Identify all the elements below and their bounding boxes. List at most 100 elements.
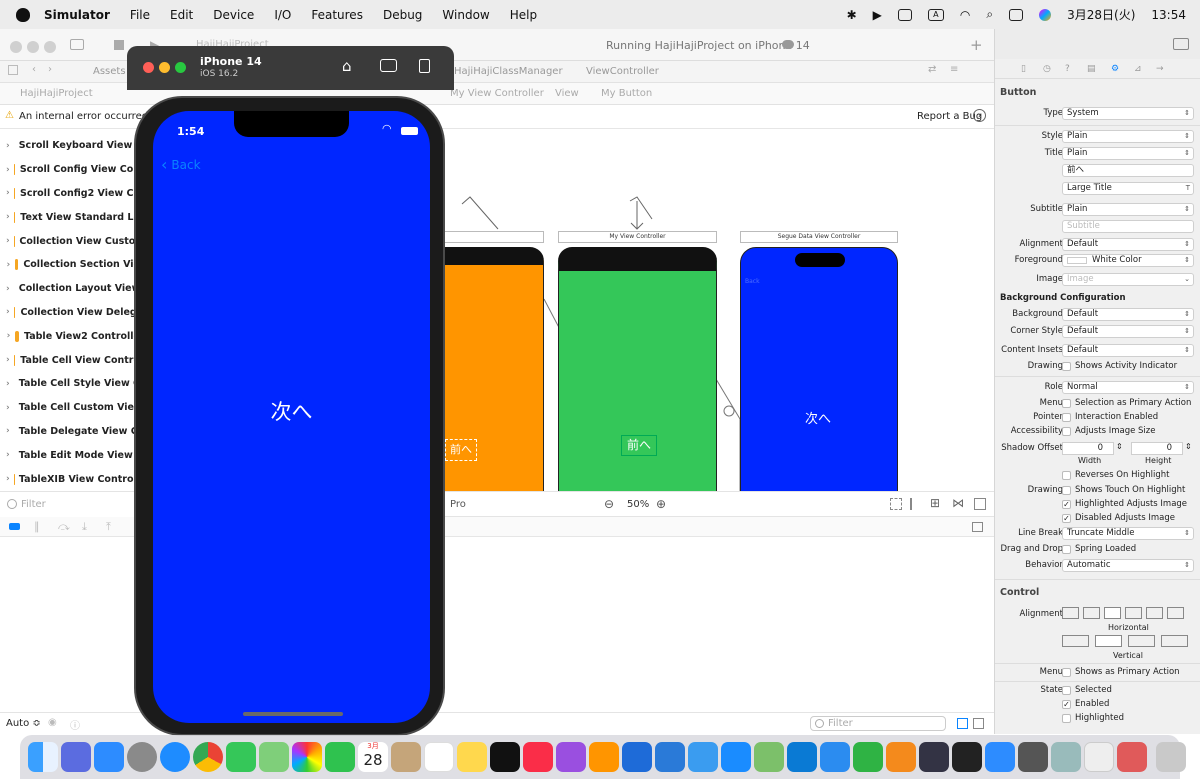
back-nav-icon[interactable]: ‹ bbox=[32, 64, 36, 75]
green-prev-button[interactable]: 前へ bbox=[621, 435, 657, 456]
stop-button[interactable] bbox=[114, 40, 124, 50]
embed-icon[interactable] bbox=[890, 498, 902, 510]
trash-icon[interactable] bbox=[1156, 742, 1186, 772]
contacts-icon[interactable] bbox=[391, 742, 421, 772]
title-font-field[interactable]: Large Title T bbox=[1062, 182, 1194, 195]
title-text-field[interactable]: 前へ bbox=[1062, 164, 1194, 177]
variables-view-toggle-icon[interactable] bbox=[957, 718, 968, 729]
outline-item[interactable]: › Table View2 Controlle bbox=[0, 324, 140, 348]
shows-touch-checkbox[interactable] bbox=[1062, 486, 1071, 495]
scene-header-segue-data[interactable]: Segue Data View Controller bbox=[740, 231, 898, 243]
help-inspector-icon[interactable]: ? bbox=[1065, 64, 1070, 74]
font-picker-icon[interactable]: T bbox=[1186, 183, 1190, 194]
outline-filter-input[interactable]: Filter bbox=[21, 499, 46, 510]
highlighted-checkbox[interactable] bbox=[1062, 714, 1071, 723]
pointer-checkbox[interactable] bbox=[1062, 413, 1071, 422]
outline-item[interactable]: › Collection Section Vie bbox=[0, 253, 140, 277]
align-trailing-icon[interactable] bbox=[1167, 607, 1184, 619]
facetime-icon[interactable] bbox=[325, 742, 355, 772]
bluetooth-icon[interactable]: ✱ bbox=[847, 8, 857, 22]
shadow-height-field[interactable]: 0 bbox=[1131, 442, 1183, 455]
orange-scene[interactable]: 前へ bbox=[440, 247, 544, 491]
kana-icon[interactable] bbox=[1117, 742, 1147, 772]
siri-icon[interactable] bbox=[1039, 8, 1052, 21]
grid-icon[interactable] bbox=[8, 65, 18, 75]
sidebar-toggle-icon[interactable] bbox=[70, 39, 84, 50]
highlighted-adjusts-checkbox[interactable]: ✓ bbox=[1062, 500, 1071, 509]
android-studio-icon[interactable] bbox=[754, 742, 784, 772]
battery-icon[interactable] bbox=[897, 8, 912, 21]
music-icon[interactable] bbox=[523, 742, 553, 772]
iphone-screen[interactable]: 1:54 ◠ ‹ Back 次へ bbox=[153, 111, 430, 723]
books-icon[interactable] bbox=[589, 742, 619, 772]
align-fill-icon[interactable] bbox=[1104, 607, 1121, 619]
photos-icon[interactable] bbox=[292, 742, 322, 772]
reverses-highlight-checkbox[interactable] bbox=[1062, 471, 1071, 480]
disclosure-icon[interactable]: › bbox=[6, 165, 10, 175]
update-frames-icon[interactable] bbox=[974, 498, 986, 510]
corner-style-popup[interactable]: Default ⇕ bbox=[1062, 325, 1194, 338]
outline-item[interactable]: › Collection View Custor bbox=[0, 229, 140, 253]
input-source-icon[interactable]: A bbox=[927, 8, 944, 21]
apple-menu-icon[interactable] bbox=[16, 7, 30, 22]
editor-options-icon[interactable]: ≡ bbox=[950, 64, 958, 75]
outline-item[interactable]: › Scroll Config2 View Co bbox=[0, 182, 140, 206]
line-break-popup[interactable]: Truncate Middle ⇕ bbox=[1062, 527, 1194, 540]
zoom-window-button[interactable] bbox=[44, 41, 56, 53]
app-store-icon[interactable] bbox=[721, 742, 751, 772]
sim-minimize-button[interactable] bbox=[159, 62, 170, 73]
console-filter-input[interactable]: Filter bbox=[810, 716, 946, 731]
menu-device[interactable]: Device bbox=[213, 8, 254, 22]
menu-time[interactable]: 13:54 bbox=[1151, 8, 1186, 22]
system-settings-icon[interactable] bbox=[127, 742, 157, 772]
role-popup[interactable]: Normal ⇕ bbox=[1062, 381, 1194, 394]
scene-header-orange[interactable] bbox=[440, 231, 544, 243]
console-view-toggle-icon[interactable] bbox=[973, 718, 984, 729]
style-popup[interactable]: Plain ⇕ bbox=[1062, 130, 1194, 143]
xcode-icon[interactable] bbox=[622, 742, 652, 772]
wifi-icon[interactable]: ◠ bbox=[960, 8, 970, 22]
path-view-controller[interactable]: My View Controller bbox=[450, 88, 544, 99]
menu-help[interactable]: Help bbox=[510, 8, 537, 22]
menu-window[interactable]: Window bbox=[442, 8, 489, 22]
resolve-issues-icon[interactable]: ⋈ bbox=[952, 496, 964, 510]
identity-inspector-icon[interactable]: ▤ bbox=[1087, 64, 1096, 74]
menu-date[interactable]: 3月28日(火) bbox=[1067, 6, 1135, 23]
history-inspector-icon[interactable]: ◷ bbox=[1043, 64, 1051, 74]
outline-item[interactable]: › Scroll Config View Con bbox=[0, 158, 140, 182]
outline-item[interactable]: › Scroll Keyboard View Co bbox=[0, 134, 140, 158]
search-icon[interactable]: ⌕ bbox=[986, 7, 993, 22]
subtitle-text-field[interactable]: Subtitle bbox=[1062, 220, 1194, 233]
step-out-icon[interactable]: ⤒ bbox=[106, 520, 111, 534]
device-config-label[interactable]: Pro bbox=[450, 499, 466, 510]
add-tab-icon[interactable]: + bbox=[970, 36, 983, 54]
menu-features[interactable]: Features bbox=[311, 8, 363, 22]
disclosure-icon[interactable]: › bbox=[6, 450, 10, 460]
storyboard-canvas[interactable]: My View Controller Segue Data View Contr… bbox=[440, 129, 994, 491]
path-project[interactable]: HajiHajiProject bbox=[20, 88, 93, 99]
disclosure-icon[interactable]: › bbox=[6, 426, 10, 436]
outline-item[interactable]: › TableXIB View Controll bbox=[0, 467, 140, 491]
enabled-checkbox[interactable]: ✓ bbox=[1062, 700, 1071, 709]
outline-item[interactable]: › Text View Standard Lo bbox=[0, 205, 140, 229]
background-popup[interactable]: Default ⇕ bbox=[1062, 308, 1194, 321]
calendar-icon[interactable]: 3月 28 bbox=[358, 742, 388, 772]
disclosure-icon[interactable]: › bbox=[6, 355, 10, 365]
control-center-icon[interactable] bbox=[1009, 8, 1024, 21]
safari-icon[interactable] bbox=[160, 742, 190, 772]
title-type-popup[interactable]: Plain ⇕ bbox=[1062, 147, 1194, 160]
zoom-out-icon[interactable]: ⊖ bbox=[604, 497, 614, 511]
info-icon[interactable]: ⓘ bbox=[70, 717, 80, 732]
disclosure-icon[interactable]: › bbox=[6, 260, 11, 270]
disclosure-icon[interactable]: › bbox=[6, 188, 10, 198]
disclosure-icon[interactable]: › bbox=[6, 307, 10, 317]
file-inspector-icon[interactable]: ▯ bbox=[1021, 64, 1026, 74]
home-icon[interactable]: ⌂ bbox=[342, 57, 352, 75]
swap-icon[interactable]: ⇄ bbox=[928, 64, 936, 75]
keynote-icon[interactable] bbox=[820, 742, 850, 772]
preview-icon[interactable] bbox=[1051, 742, 1081, 772]
sim-close-button[interactable] bbox=[143, 62, 154, 73]
align-icon[interactable] bbox=[910, 498, 922, 510]
outline-item[interactable]: › Table Cell Style View C bbox=[0, 372, 140, 396]
blue-scene[interactable]: Back 次へ bbox=[740, 247, 898, 491]
